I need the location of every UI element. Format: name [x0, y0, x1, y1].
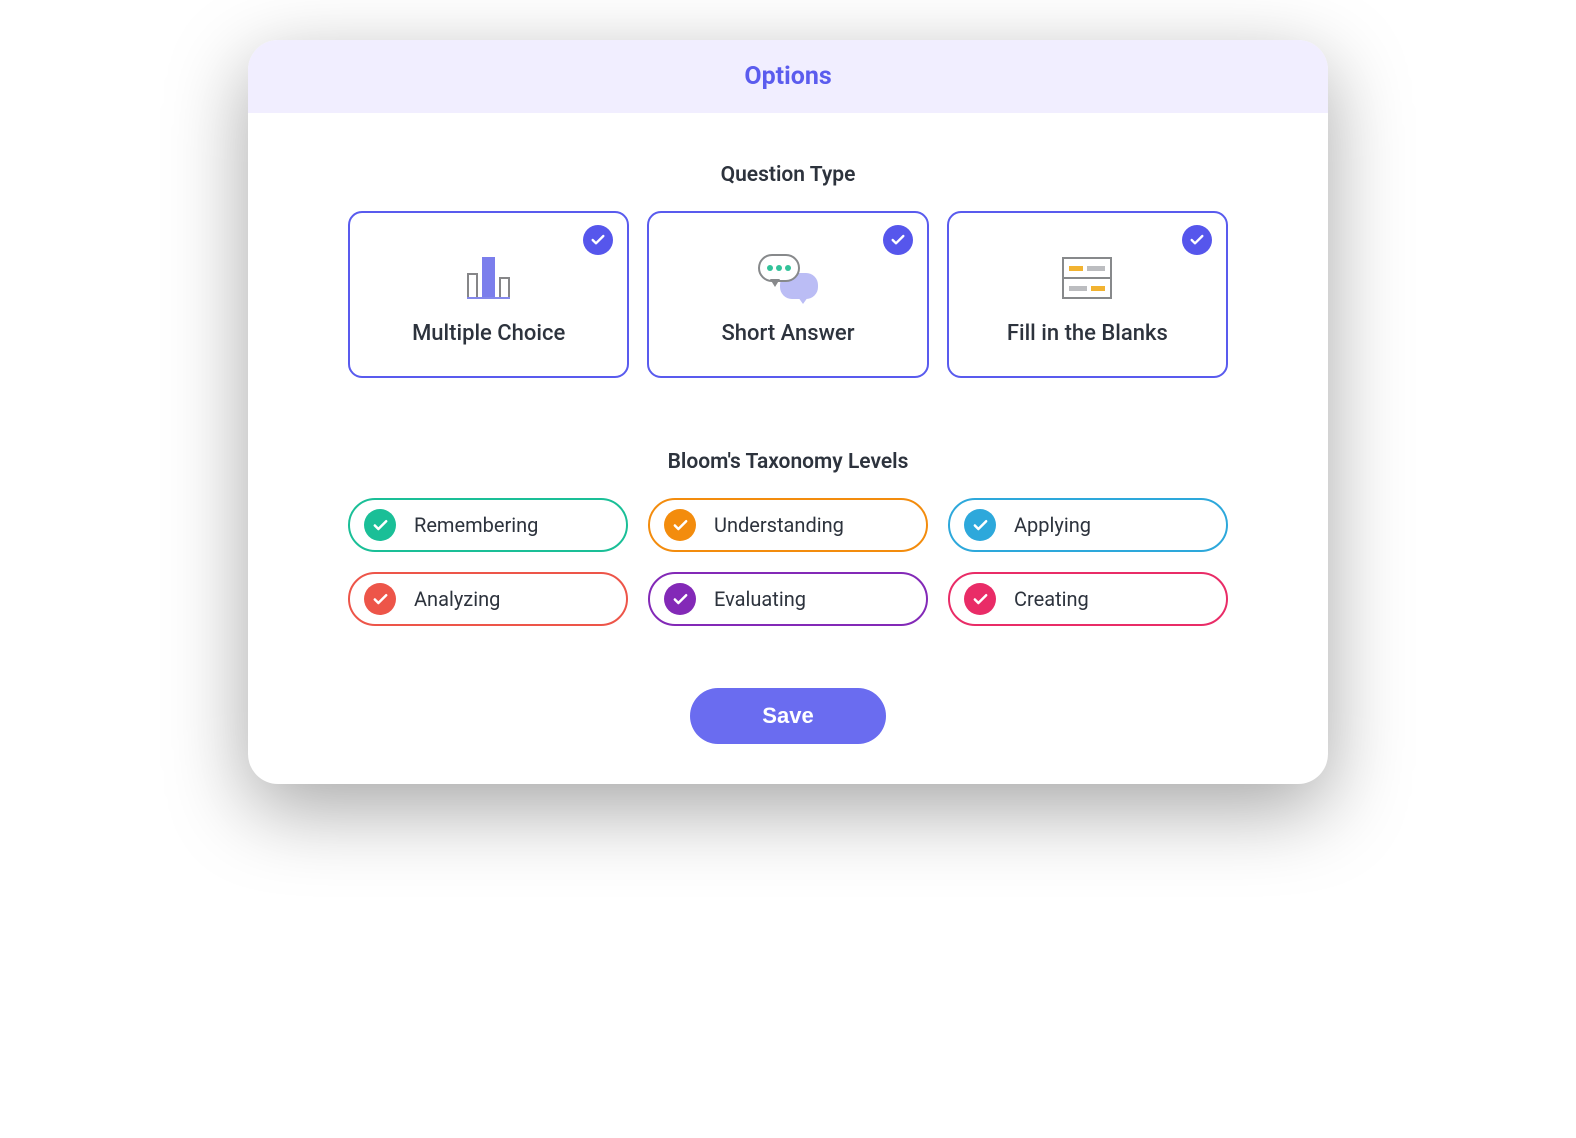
check-icon [364, 509, 396, 541]
check-icon [964, 583, 996, 615]
pill-label: Creating [1014, 587, 1089, 611]
form-icon [1062, 241, 1112, 299]
check-icon [583, 225, 613, 255]
option-label: Short Answer [721, 321, 854, 346]
pill-label: Understanding [714, 513, 844, 537]
modal-header: Options [248, 40, 1328, 113]
check-icon [664, 583, 696, 615]
pill-remembering[interactable]: Remembering [348, 498, 628, 552]
option-short-answer[interactable]: Short Answer [647, 211, 928, 378]
option-multiple-choice[interactable]: Multiple Choice [348, 211, 629, 378]
check-icon [964, 509, 996, 541]
option-fill-blanks[interactable]: Fill in the Blanks [947, 211, 1228, 378]
option-label: Fill in the Blanks [1007, 321, 1168, 346]
pill-applying[interactable]: Applying [948, 498, 1228, 552]
modal-body: Question Type Multiple Choice [248, 113, 1328, 784]
pill-label: Remembering [414, 513, 538, 537]
taxonomy-title: Bloom's Taxonomy Levels [348, 450, 1228, 474]
taxonomy-options: Remembering Understanding Applying Analy… [348, 498, 1228, 626]
pill-evaluating[interactable]: Evaluating [648, 572, 928, 626]
check-icon [364, 583, 396, 615]
bar-chart-icon [467, 241, 510, 299]
options-modal: Options Question Type Multiple Choice [248, 40, 1328, 784]
pill-understanding[interactable]: Understanding [648, 498, 928, 552]
pill-label: Analyzing [414, 587, 500, 611]
pill-label: Applying [1014, 513, 1091, 537]
pill-label: Evaluating [714, 587, 806, 611]
question-type-title: Question Type [348, 163, 1228, 187]
option-label: Multiple Choice [412, 321, 565, 346]
question-type-options: Multiple Choice Short An [348, 211, 1228, 378]
modal-title: Options [248, 62, 1328, 91]
check-icon [1182, 225, 1212, 255]
pill-creating[interactable]: Creating [948, 572, 1228, 626]
check-icon [883, 225, 913, 255]
actions-row: Save [348, 688, 1228, 744]
chat-bubbles-icon [758, 241, 818, 299]
save-button[interactable]: Save [690, 688, 885, 744]
check-icon [664, 509, 696, 541]
pill-analyzing[interactable]: Analyzing [348, 572, 628, 626]
